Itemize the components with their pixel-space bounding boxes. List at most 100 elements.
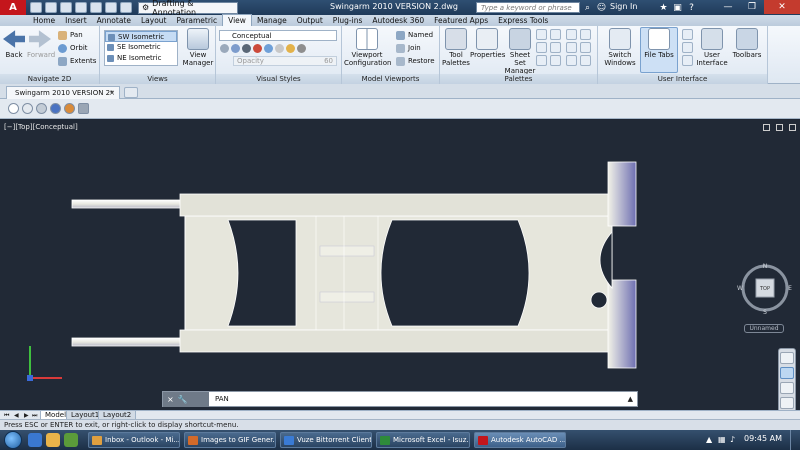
tray-expand-icon[interactable]: ▲ bbox=[706, 435, 712, 444]
view-item-sw-isometric[interactable]: SW Isometric bbox=[105, 31, 177, 42]
tab-featured-apps[interactable]: Featured Apps bbox=[429, 15, 493, 26]
undo-icon[interactable] bbox=[105, 2, 117, 13]
tab-plug-ins[interactable]: Plug-ins bbox=[328, 15, 368, 26]
close-icon[interactable]: × bbox=[109, 87, 115, 99]
network-icon[interactable]: ▦ bbox=[718, 435, 726, 444]
hidden-icon[interactable] bbox=[36, 103, 47, 114]
properties-button[interactable]: Properties bbox=[470, 28, 505, 59]
pan-hand-icon[interactable] bbox=[780, 367, 794, 379]
sheet-set-manager-button[interactable]: Sheet Set Manager bbox=[504, 28, 536, 75]
save-as-icon[interactable] bbox=[75, 2, 87, 13]
tab-output[interactable]: Output bbox=[292, 15, 328, 26]
toolbar-options-icon[interactable] bbox=[78, 103, 89, 114]
open-icon[interactable] bbox=[45, 2, 57, 13]
wireframe-3d-icon[interactable] bbox=[22, 103, 33, 114]
lighting-icon[interactable] bbox=[286, 44, 295, 53]
forward-button[interactable]: Forward bbox=[27, 28, 55, 59]
application-menu-button[interactable]: A bbox=[0, 0, 26, 15]
orbit-button[interactable]: Orbit bbox=[58, 43, 88, 53]
face-icon[interactable] bbox=[231, 44, 240, 53]
ui-icon-2[interactable] bbox=[682, 42, 693, 53]
user-interface-button[interactable]: User Interface bbox=[696, 28, 728, 67]
tab-express-tools[interactable]: Express Tools bbox=[493, 15, 553, 26]
help-icon[interactable]: ? bbox=[686, 2, 697, 13]
print-icon[interactable] bbox=[90, 2, 102, 13]
palette-icon-5[interactable] bbox=[536, 55, 547, 66]
palette-icon-10[interactable] bbox=[580, 42, 591, 53]
palette-icon-1[interactable] bbox=[536, 29, 547, 40]
color-icon[interactable] bbox=[253, 44, 262, 53]
shadow-icon[interactable] bbox=[242, 44, 251, 53]
view-item-se-isometric[interactable]: SE Isometric bbox=[105, 42, 177, 53]
ui-icon-3[interactable] bbox=[682, 55, 693, 66]
task-autocad[interactable]: Autodesk AutoCAD ... bbox=[474, 432, 566, 448]
extents-button[interactable]: Extents bbox=[58, 56, 96, 66]
view-item-ne-isometric[interactable]: NE Isometric bbox=[105, 53, 177, 64]
conceptual-icon[interactable] bbox=[64, 103, 75, 114]
back-button[interactable]: Back bbox=[3, 28, 25, 59]
sphere-icon[interactable] bbox=[297, 44, 306, 53]
palette-icon-6[interactable] bbox=[550, 55, 561, 66]
tab-manage[interactable]: Manage bbox=[252, 15, 292, 26]
palette-icon-7[interactable] bbox=[566, 29, 577, 40]
tab-autodesk-360[interactable]: Autodesk 360 bbox=[367, 15, 429, 26]
tab-parametric[interactable]: Parametric bbox=[172, 15, 223, 26]
volume-icon[interactable]: ♪ bbox=[730, 435, 735, 444]
palette-icon-9[interactable] bbox=[566, 42, 577, 53]
workspace-select[interactable]: ⚙ Drafting & Annotation bbox=[138, 0, 238, 17]
search-input[interactable]: Type a keyword or phrase bbox=[476, 2, 580, 13]
realistic-icon[interactable] bbox=[50, 103, 61, 114]
palette-icon-3[interactable] bbox=[536, 42, 547, 53]
ucs-menu[interactable]: Unnamed bbox=[744, 324, 784, 333]
visual-style-select[interactable]: Conceptual bbox=[219, 30, 337, 41]
start-button[interactable] bbox=[4, 431, 22, 449]
palette-icon-4[interactable] bbox=[550, 42, 561, 53]
show-desktop-button[interactable] bbox=[790, 430, 800, 450]
viewport-configuration-button[interactable]: Viewport Configuration bbox=[344, 28, 391, 67]
pan-button[interactable]: Pan bbox=[58, 30, 83, 40]
minimize-icon[interactable]: — bbox=[716, 0, 740, 14]
task-excel[interactable]: Microsoft Excel - Isuz... bbox=[376, 432, 470, 448]
task-gif-generator[interactable]: Images to GIF Gener... bbox=[184, 432, 276, 448]
maximize-icon[interactable]: ❐ bbox=[740, 0, 764, 14]
binoculars-icon[interactable]: ⌕ bbox=[582, 2, 593, 13]
file-tabs-button[interactable]: File Tabs bbox=[640, 28, 678, 59]
media-icon[interactable] bbox=[64, 433, 78, 447]
tab-home[interactable]: Home bbox=[28, 15, 60, 26]
cart-icon[interactable]: ▣ bbox=[672, 2, 683, 13]
join-button[interactable]: Join bbox=[396, 43, 421, 53]
palette-icon-2[interactable] bbox=[550, 29, 561, 40]
wireframe-2d-icon[interactable] bbox=[8, 103, 19, 114]
material-icon[interactable] bbox=[264, 44, 273, 53]
opacity-slider[interactable]: Opacity 60 bbox=[233, 56, 337, 66]
orbit-nav-icon[interactable] bbox=[780, 397, 794, 409]
clock[interactable]: 09:45 AM bbox=[744, 434, 782, 443]
toolbars-button[interactable]: Toolbars bbox=[730, 28, 764, 59]
new-tab-button[interactable] bbox=[124, 87, 138, 98]
ie-icon[interactable] bbox=[28, 433, 42, 447]
steering-wheel-icon[interactable] bbox=[780, 352, 794, 364]
prev-tab-icon[interactable]: ◀ bbox=[14, 412, 19, 419]
tab-layout[interactable]: Layout bbox=[136, 15, 172, 26]
sign-in-button[interactable]: Sign In bbox=[610, 2, 637, 11]
explorer-icon[interactable] bbox=[46, 433, 60, 447]
tab-annotate[interactable]: Annotate bbox=[92, 15, 136, 26]
command-input[interactable]: PAN bbox=[215, 395, 229, 403]
palette-icon-11[interactable] bbox=[566, 55, 577, 66]
close-icon[interactable]: × bbox=[167, 395, 174, 404]
views-list[interactable]: SW Isometric SE Isometric NE Isometric bbox=[104, 30, 178, 66]
ui-icon-1[interactable] bbox=[682, 29, 693, 40]
viewcube[interactable]: TOP N S E W bbox=[737, 260, 793, 316]
tab-view[interactable]: View bbox=[222, 14, 252, 26]
edge-icon[interactable] bbox=[220, 44, 229, 53]
palette-icon-12[interactable] bbox=[580, 55, 591, 66]
command-history-icon[interactable]: ▲ bbox=[628, 395, 633, 403]
named-button[interactable]: Named bbox=[396, 30, 433, 40]
drawing-area[interactable]: [−][Top][Conceptual] TOP N S E W Unnamed bbox=[0, 120, 800, 450]
star-icon[interactable]: ★ bbox=[658, 2, 669, 13]
redo-icon[interactable] bbox=[120, 2, 132, 13]
restore-button[interactable]: Restore bbox=[396, 56, 435, 66]
close-icon[interactable]: ✕ bbox=[764, 0, 800, 14]
switch-windows-button[interactable]: Switch Windows bbox=[602, 28, 638, 67]
tool-palettes-button[interactable]: Tool Palettes bbox=[442, 28, 470, 67]
